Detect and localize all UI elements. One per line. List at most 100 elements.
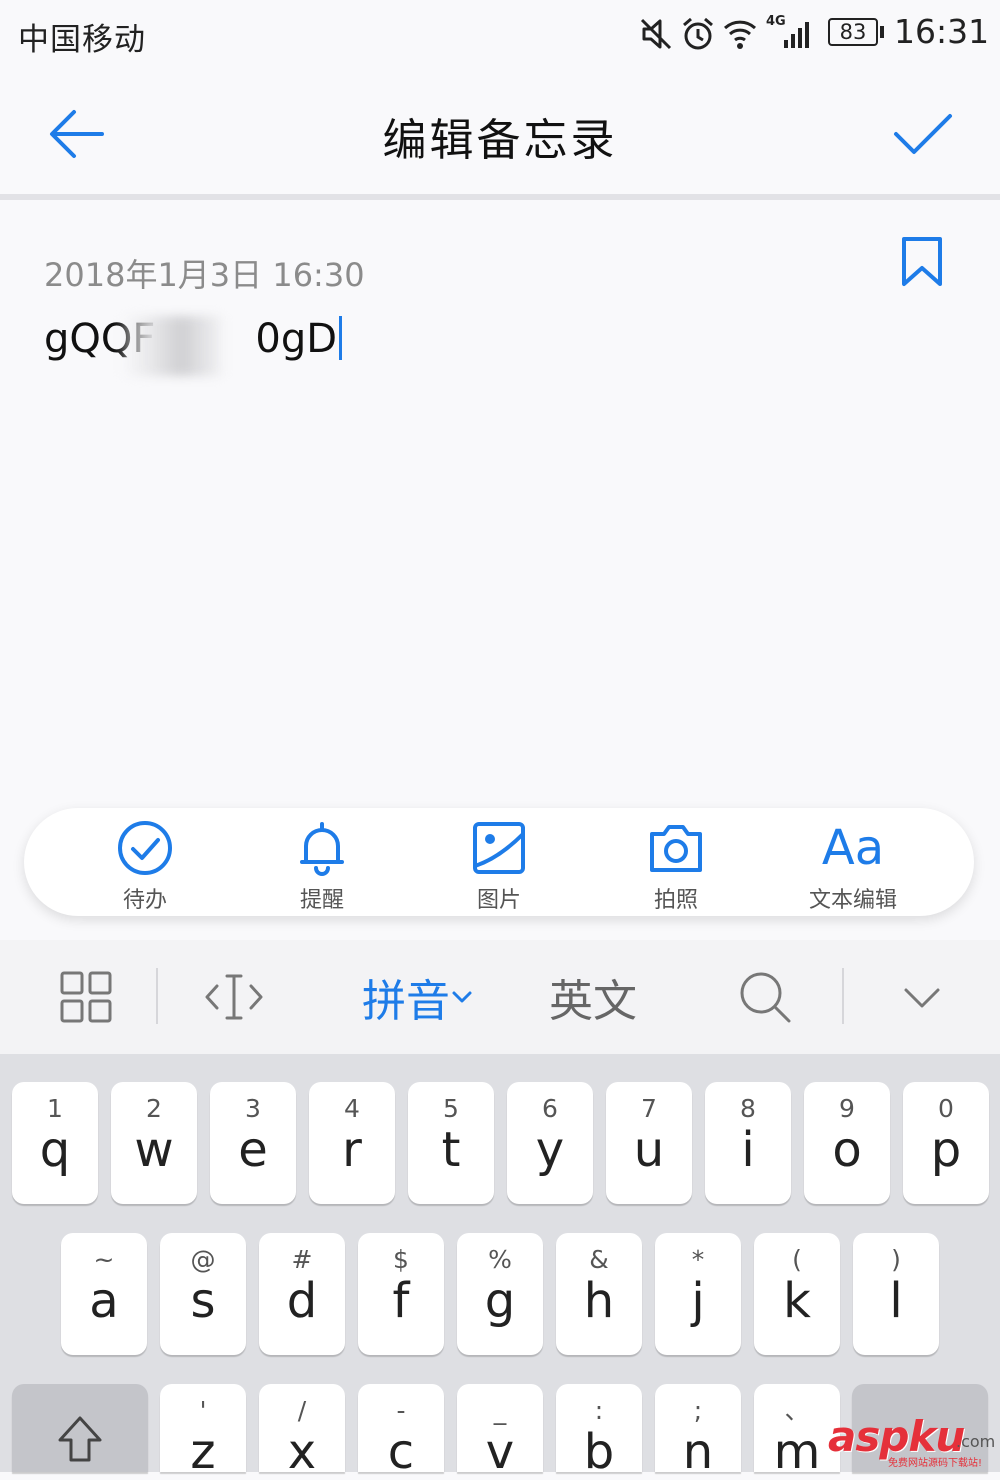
pinyin-mode-button[interactable]: 拼音 [350,940,486,1054]
key-char: l [889,1273,903,1329]
key-v[interactable]: _ v [457,1384,543,1478]
key-c[interactable]: -c [358,1384,444,1478]
key-char: o [832,1122,862,1178]
bookmark-icon[interactable] [900,236,944,288]
pinyin-label: 拼音 [362,976,450,1027]
text-cursor-icon [205,974,263,1020]
cursor-move-button[interactable] [196,940,272,1054]
key-char: p [930,1122,962,1178]
key-char: s [190,1273,216,1329]
key-h[interactable]: & h [556,1233,642,1355]
site-watermark: aspku .com 免费网站源码下载站! [828,1412,1000,1472]
battery-indicator: 83 [828,18,878,46]
image-button[interactable]: 图片 [411,812,587,916]
carrier-name: 中国移动 [18,22,146,58]
keyboard-toolbar [0,940,1000,1054]
key-r[interactable]: 4r [309,1082,395,1204]
key-hint: 6 [542,1094,558,1123]
key-hint: ( [792,1245,802,1274]
key-n[interactable]: ; n [655,1384,741,1478]
key-hint: ) [891,1245,901,1274]
key-y[interactable]: 6y [507,1082,593,1204]
key-char: g [484,1273,516,1329]
key-char: k [783,1273,811,1329]
key-hint: 0 [938,1094,954,1123]
todo-button[interactable]: 待办 [57,812,233,916]
text-format-button[interactable]: Aa 文本编辑 [765,812,941,916]
english-label: 英文 [549,976,637,1027]
key-l[interactable]: ) l [853,1233,939,1355]
key-hint: % [488,1245,512,1274]
key-j[interactable]: * j [655,1233,741,1355]
key-a[interactable]: ~ a [61,1233,147,1355]
key-char: f [392,1273,410,1329]
keyboard-search-button[interactable] [732,940,798,1054]
key-p[interactable]: 0p [903,1082,989,1204]
key-q[interactable]: 1q [12,1082,98,1204]
key-hint: ' [199,1396,207,1425]
key-d[interactable]: # d [259,1233,345,1355]
key-char: a [89,1273,119,1329]
text-cursor [339,316,343,360]
wifi-icon [723,20,757,49]
key-z[interactable]: ' z [160,1384,246,1478]
key-hint: ; [693,1396,703,1425]
key-hint: 5 [443,1094,459,1123]
key-k[interactable]: (k [754,1233,840,1355]
alarm-icon [683,17,713,50]
text-format-label: 文本编辑 [808,888,897,913]
chevron-down-icon [452,991,472,1003]
key-hint: * [691,1245,705,1274]
key-hint: ~ [93,1245,115,1274]
keyboard-menu-button[interactable] [46,940,126,1054]
status-time: 16:31 [894,12,990,51]
key-g[interactable]: % g [457,1233,543,1355]
key-b[interactable]: :b [556,1384,642,1478]
key-hint: / [297,1396,307,1425]
key-char: z [190,1424,216,1480]
key-char: n [682,1424,714,1480]
key-x[interactable]: / x [259,1384,345,1478]
camera-label: 拍照 [653,888,698,913]
key-hint: # [291,1245,313,1274]
key-hint: & [589,1245,609,1274]
key-s[interactable]: @ s [160,1233,246,1355]
key-char: c [387,1424,415,1480]
key-hint: _ [493,1396,507,1425]
camera-button[interactable]: 拍照 [588,812,764,916]
key-hint: 2 [146,1094,162,1123]
checkmark-icon[interactable] [888,104,956,164]
key-char: t [441,1122,461,1178]
key-t[interactable]: 5t [408,1082,494,1204]
key-char: d [286,1273,318,1329]
key-i[interactable]: 8i [705,1082,791,1204]
key-u[interactable]: 7u [606,1082,692,1204]
watermark-suffix: .com [956,1432,996,1451]
key-w[interactable]: 2w [111,1082,197,1204]
text-format-icon: Aa [821,820,885,876]
english-mode-button[interactable]: 英文 [536,940,650,1054]
key-hint: - [396,1396,406,1425]
signal-icon [784,22,809,48]
mute-icon [640,18,672,50]
page-title: 编辑备忘录 [382,115,618,166]
reminder-label: 提醒 [299,888,344,913]
reminder-button[interactable]: 提醒 [234,812,410,916]
redaction-blur [122,316,222,376]
grid-icon [60,971,112,1023]
image-label: 图片 [476,888,521,913]
key-char: r [342,1122,362,1178]
key-char: y [535,1122,565,1178]
key-e[interactable]: 3e [210,1082,296,1204]
key-o[interactable]: 9o [804,1082,890,1204]
toolbar-separator [156,968,158,1024]
key-char: u [633,1122,665,1178]
key-char: j [691,1273,705,1329]
shift-arrow-icon [58,1416,102,1462]
battery-tip [880,26,884,38]
shift-key[interactable] [12,1384,148,1472]
key-char: e [238,1122,268,1178]
key-f[interactable]: $ f [358,1233,444,1355]
hide-keyboard-button[interactable] [892,940,952,1054]
key-hint: 3 [245,1094,261,1123]
